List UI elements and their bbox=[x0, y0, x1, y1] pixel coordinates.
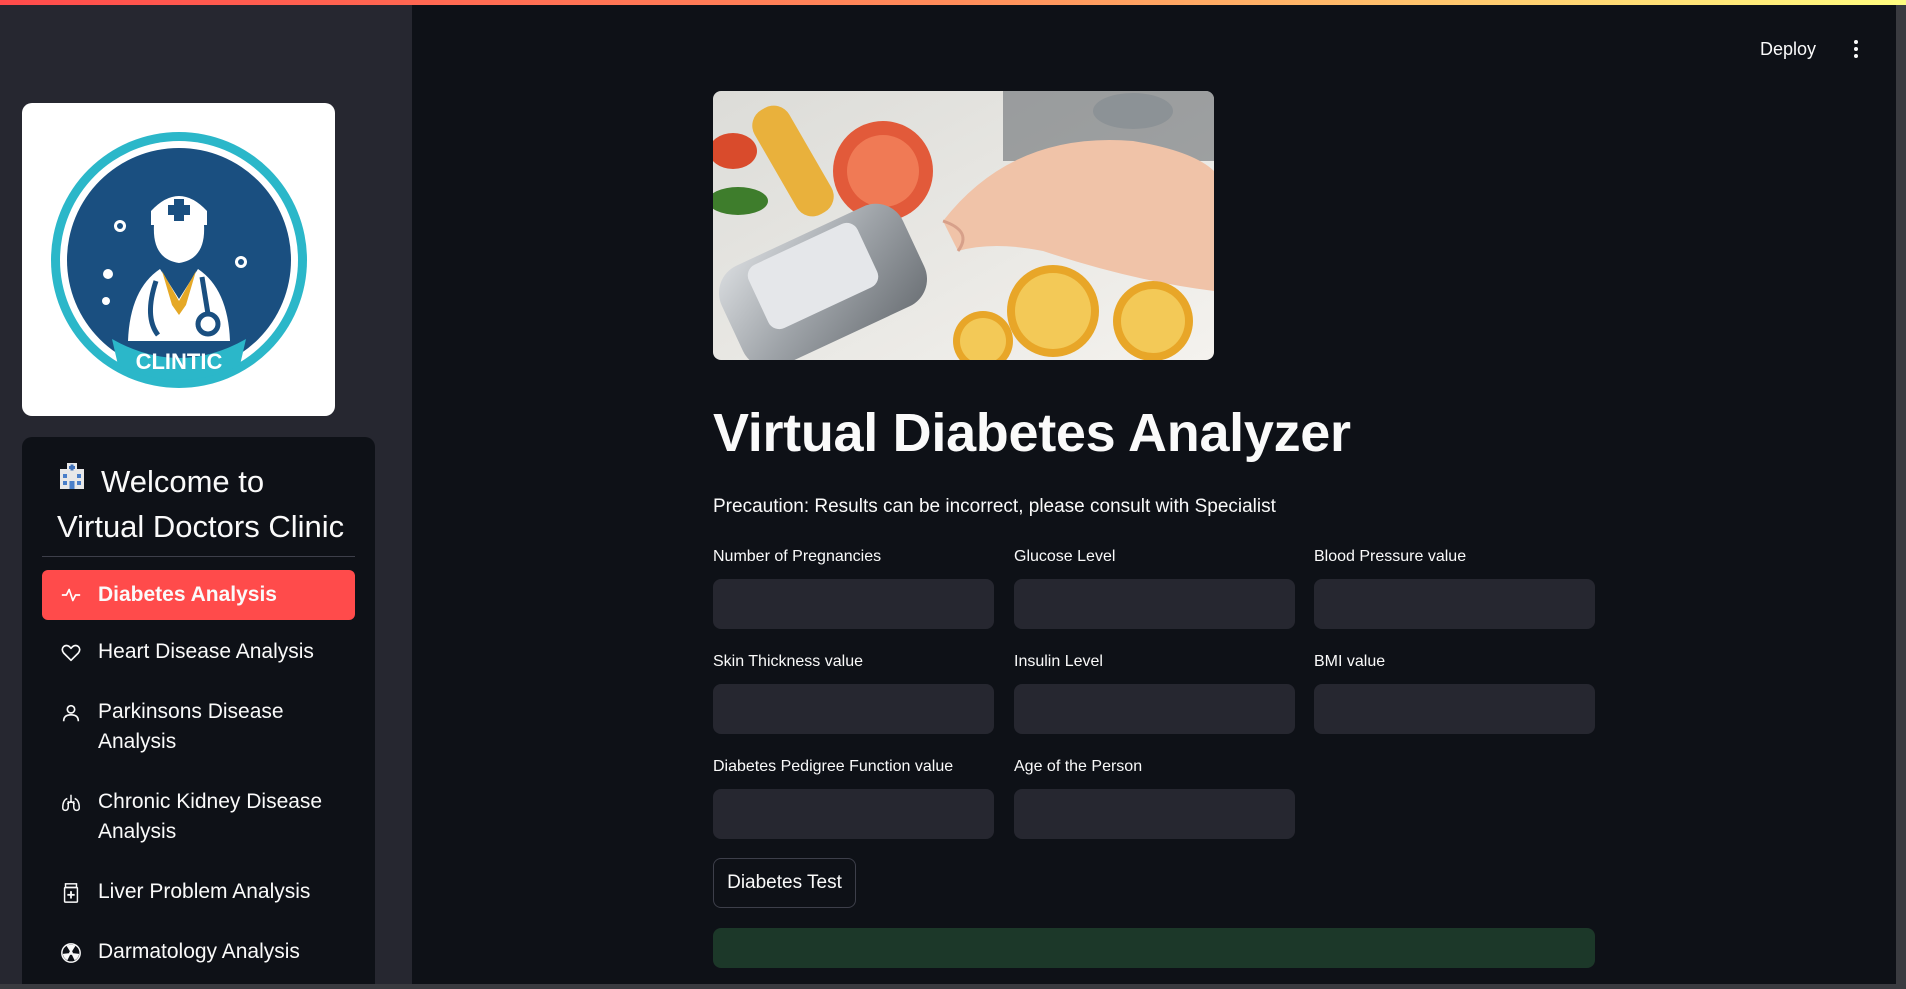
window-border-right bbox=[1896, 0, 1906, 989]
diabetes-test-button[interactable]: Diabetes Test bbox=[713, 858, 856, 908]
logo-text: CLINTIC bbox=[135, 349, 222, 374]
kebab-menu-icon[interactable] bbox=[1846, 36, 1866, 62]
sidebar-item-darmatology-analysis[interactable]: Darmatology Analysis bbox=[42, 937, 355, 967]
window-border-bottom bbox=[0, 984, 1906, 989]
glucose-input[interactable] bbox=[1014, 579, 1295, 629]
sidebar-item-label: Darmatology Analysis bbox=[98, 940, 300, 963]
heart-icon bbox=[61, 644, 81, 662]
radiation-icon bbox=[61, 943, 81, 963]
sidebar-item-liver-problem-analysis[interactable]: Liver Problem Analysis bbox=[42, 877, 355, 907]
activity-icon bbox=[61, 588, 81, 602]
sidebar-item-parkinsons-disease-analysis[interactable]: Parkinsons Disease Analysis bbox=[42, 697, 355, 757]
app-root: CLINTIC Welcome to Virtual Doctors Clini… bbox=[0, 0, 1906, 989]
pregnancies-label: Number of Pregnancies bbox=[713, 548, 882, 565]
result-success-alert bbox=[713, 928, 1595, 968]
sidebar-item-label: Chronic Kidney Disease Analysis bbox=[98, 790, 323, 843]
sidebar-item-chronic-kidney-disease-analysis[interactable]: Chronic Kidney Disease Analysis bbox=[42, 787, 355, 847]
navigation-menu: Welcome to Virtual Doctors Clinic Diabet… bbox=[22, 437, 375, 989]
welcome-heading: Welcome to Virtual Doctors Clinic bbox=[57, 459, 347, 549]
insulin-label: Insulin Level bbox=[1014, 653, 1103, 670]
glucose-meter-illustration bbox=[713, 91, 1214, 360]
sidebar-item-label: Diabetes Analysis bbox=[98, 583, 277, 606]
insulin-input[interactable] bbox=[1014, 684, 1295, 734]
pregnancies-field: Number of Pregnancies bbox=[713, 548, 994, 629]
top-decoration-stripe bbox=[0, 0, 1906, 5]
welcome-line-2: Virtual Doctors Clinic bbox=[57, 509, 345, 544]
skin-thickness-input[interactable] bbox=[713, 684, 994, 734]
sidebar-item-heart-disease-analysis[interactable]: Heart Disease Analysis bbox=[42, 637, 355, 667]
pedigree-function-input[interactable] bbox=[713, 789, 994, 839]
page-title: Virtual Diabetes Analyzer bbox=[713, 403, 1351, 463]
sidebar-item-label: Liver Problem Analysis bbox=[98, 880, 311, 903]
deploy-button[interactable]: Deploy bbox=[1752, 34, 1824, 65]
glucose-label: Glucose Level bbox=[1014, 548, 1116, 565]
pregnancies-input[interactable] bbox=[713, 579, 994, 629]
insulin-field: Insulin Level bbox=[1014, 653, 1295, 734]
pedigree-function-field: Diabetes Pedigree Function value bbox=[713, 758, 994, 839]
menu-divider bbox=[42, 556, 355, 557]
person-icon bbox=[62, 704, 80, 722]
medicine-bottle-icon bbox=[63, 883, 79, 903]
glucose-field: Glucose Level bbox=[1014, 548, 1295, 629]
sidebar-item-diabetes-analysis[interactable]: Diabetes Analysis bbox=[42, 570, 355, 620]
hero-image bbox=[713, 91, 1214, 360]
doctor-logo-icon: CLINTIC bbox=[50, 131, 307, 388]
skin-thickness-field: Skin Thickness value bbox=[713, 653, 994, 734]
bmi-label: BMI value bbox=[1314, 653, 1386, 670]
age-input[interactable] bbox=[1014, 789, 1295, 839]
age-label: Age of the Person bbox=[1014, 758, 1143, 775]
hospital-icon bbox=[57, 458, 87, 503]
sidebar: CLINTIC Welcome to Virtual Doctors Clini… bbox=[0, 0, 412, 989]
blood-pressure-input[interactable] bbox=[1314, 579, 1595, 629]
blood-pressure-field: Blood Pressure value bbox=[1314, 548, 1595, 629]
skin-thickness-label: Skin Thickness value bbox=[713, 653, 863, 670]
blood-pressure-label: Blood Pressure value bbox=[1314, 548, 1467, 565]
welcome-line-1: Welcome to bbox=[101, 464, 265, 499]
precaution-text: Precaution: Results can be incorrect, pl… bbox=[713, 496, 1276, 517]
age-field: Age of the Person bbox=[1014, 758, 1295, 839]
pedigree-function-label: Diabetes Pedigree Function value bbox=[713, 758, 954, 775]
lungs-icon bbox=[62, 794, 80, 812]
bmi-field: BMI value bbox=[1314, 653, 1595, 734]
sidebar-item-label: Heart Disease Analysis bbox=[98, 640, 314, 663]
clinic-logo: CLINTIC bbox=[22, 103, 335, 416]
bmi-input[interactable] bbox=[1314, 684, 1595, 734]
sidebar-item-label: Parkinsons Disease Analysis bbox=[98, 700, 284, 753]
